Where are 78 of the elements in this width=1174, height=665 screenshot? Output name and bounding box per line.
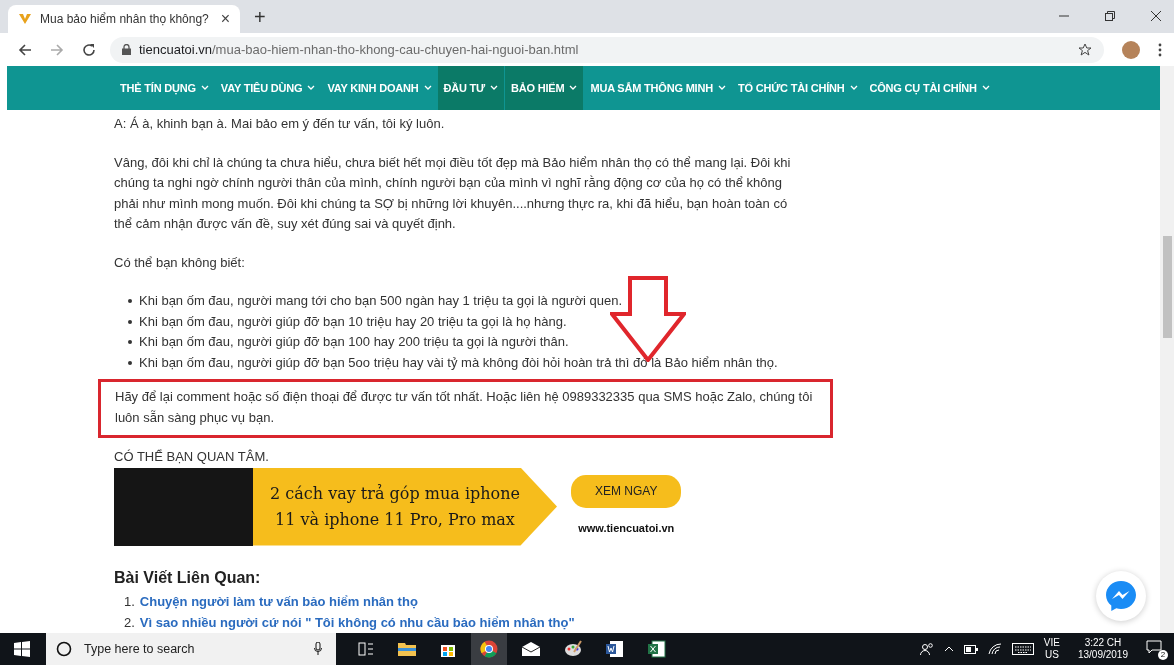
folder-icon[interactable] bbox=[398, 642, 416, 656]
avatar-icon[interactable] bbox=[1122, 40, 1140, 59]
nav-item[interactable]: THẺ TÍN DỤNG bbox=[114, 66, 215, 110]
chat-icon bbox=[1104, 579, 1138, 613]
star-icon[interactable] bbox=[1078, 42, 1092, 57]
paragraph: Vâng, đôi khi chỉ là chúng ta chưa hiểu, chưa biết hết mọi điều tốt đẹp mà Bảo hiểm nhân thọ có thể mang lại. Đôi khi chúng ta nghi ngờ chính người thân của mình, chính người bạn của mình vì nghĩ rằng động cơ của họ có thể không phải như mình mong muốn. Đôi khi chúng ta SỢ bị những lời khuyên....nhưng thực ra, khi đã hiểu, bạn hoàn toàn có thể cảm nhận được vấn đề, suy xét đúng sai và quyết định. bbox=[114, 153, 792, 233]
address-field[interactable]: tiencuatoi.vn/mua-bao-hiem-nhan-tho-khong-cau-chuyen-hai-nguoi-ban.html bbox=[110, 36, 1104, 63]
mail-icon[interactable] bbox=[522, 642, 540, 656]
list-number: 1. bbox=[124, 593, 135, 611]
paint-palette-icon[interactable] bbox=[564, 640, 582, 658]
logo-icon bbox=[18, 12, 32, 26]
wifi-icon[interactable] bbox=[987, 643, 1002, 655]
restore-icon[interactable] bbox=[1104, 10, 1116, 22]
nav-item[interactable]: BẢO HIỂM bbox=[505, 66, 585, 110]
people-icon[interactable] bbox=[919, 642, 934, 656]
browser-tab[interactable]: Mua bảo hiểm nhân thọ không? × bbox=[8, 5, 240, 33]
nav-item[interactable]: VAY TIÊU DÙNG bbox=[214, 66, 322, 110]
browser-icon[interactable] bbox=[480, 640, 498, 658]
paragraph: Có thể bạn không biết: bbox=[114, 253, 246, 272]
clock-date[interactable]: 13/09/2019 bbox=[1077, 649, 1128, 661]
bullet-icon bbox=[128, 340, 132, 345]
windows-logo-icon[interactable] bbox=[14, 641, 30, 657]
region-label[interactable]: US bbox=[1044, 649, 1059, 661]
banner-headline[interactable]: 2 cách vay trả góp mua iphone 11 và iphone 11 Pro, Pro max bbox=[253, 467, 557, 546]
tab-title: Mua bảo hiểm nhân thọ không? bbox=[40, 12, 210, 26]
spreadsheet-icon[interactable] bbox=[648, 640, 666, 658]
chevron-up-icon[interactable] bbox=[943, 646, 954, 652]
task-view-icon[interactable] bbox=[358, 642, 374, 656]
nav-item[interactable]: ĐẦU TƯ bbox=[437, 66, 506, 110]
paragraph: A: Á à, khinh bạn à. Mai bảo em ý đến tư vấn, tôi ký luôn. bbox=[114, 115, 446, 133]
section-heading: Bài Viết Liên Quan: bbox=[114, 567, 262, 588]
list-item: Khi bạn ốm đau, người giúp đỡ bạn 100 hay 200 triệu ta gọi là người thân. bbox=[139, 333, 569, 351]
list-item: Khi bạn ốm đau, người giúp đỡ bạn 5oo triệu hay vài tỷ mà không đòi hỏi hoàn trả thì đó là Bảo hiểm nhân thọ. bbox=[139, 353, 778, 372]
keyboard-icon[interactable] bbox=[1011, 643, 1034, 655]
article-link[interactable]: Chuyện người làm tư vấn bảo hiểm nhân thọ bbox=[139, 592, 418, 613]
bullet-icon bbox=[128, 299, 132, 304]
notification-count: 2 bbox=[1158, 650, 1168, 660]
lock-icon bbox=[122, 44, 131, 55]
close-icon[interactable] bbox=[1150, 10, 1162, 22]
nav-item[interactable]: TỔ CHỨC TÀI CHÍNH bbox=[731, 66, 864, 110]
search-icon bbox=[56, 641, 72, 657]
nav-item[interactable]: CÔNG CỤ TÀI CHÍNH bbox=[863, 66, 996, 110]
reload-icon[interactable] bbox=[82, 42, 96, 57]
url-path: /mua-bao-hiem-nhan-tho-khong-cau-chuyen-hai-nguoi-ban.html bbox=[212, 42, 579, 57]
language-label[interactable]: VIE bbox=[1043, 637, 1060, 649]
list-item: Khi bạn ốm đau, người giúp đỡ bạn 10 triệu hay 20 triệu ta gọi là họ hàng. bbox=[139, 312, 567, 331]
list-item: Khi bạn ốm đau, người mang tới cho bạn 500 ngàn hay 1 triệu ta gọi là người quen. bbox=[139, 292, 623, 310]
bullet-icon bbox=[128, 360, 132, 365]
chevron-down-icon bbox=[569, 85, 578, 91]
search-bar[interactable]: Type here to search bbox=[46, 633, 336, 665]
section-label: CÓ THỂ BẠN QUAN TÂM. bbox=[114, 448, 270, 466]
menu-icon[interactable] bbox=[1158, 42, 1162, 57]
chevron-down-icon bbox=[849, 85, 858, 91]
chevron-down-icon bbox=[490, 85, 499, 91]
chevron-down-icon bbox=[200, 85, 209, 91]
article-link[interactable]: Vì sao nhiều người cứ nói " Tôi không có nhu cầu bảo hiểm nhân thọ" bbox=[139, 612, 575, 633]
word-document-icon[interactable] bbox=[606, 640, 624, 658]
nav-item[interactable]: VAY KINH DOANH bbox=[321, 66, 438, 110]
site-address: www.tiencuatoi.vn bbox=[578, 520, 675, 536]
clock-time[interactable]: 3:22 CH bbox=[1084, 637, 1122, 649]
back-icon[interactable] bbox=[18, 42, 32, 57]
chevron-down-icon bbox=[307, 85, 316, 91]
chevron-down-icon bbox=[981, 85, 990, 91]
battery-icon[interactable] bbox=[963, 644, 978, 654]
new-tab-button[interactable]: + bbox=[254, 6, 266, 29]
url-domain: tiencuatoi.vn bbox=[139, 42, 212, 57]
chevron-down-icon bbox=[423, 85, 432, 91]
paragraph: Hãy để lại comment hoặc số điện thoại để được tư vấn tốt nhất. Hoặc liên hệ 0989332335 qua SMS hoặc Zalo, chúng tôi luôn sẵn sàng phục vụ bạn. bbox=[115, 388, 814, 427]
nav-item[interactable]: MUA SẮM THÔNG MINH bbox=[584, 66, 732, 110]
chevron-down-icon bbox=[717, 85, 726, 91]
scrollbar-thumb[interactable] bbox=[1163, 236, 1172, 338]
close-tab-button[interactable]: × bbox=[220, 10, 230, 28]
bullet-icon bbox=[128, 319, 132, 324]
search-field[interactable]: Type here to search bbox=[82, 641, 304, 657]
microphone-icon bbox=[314, 642, 322, 656]
list-number: 2. bbox=[124, 613, 135, 632]
messenger-button[interactable] bbox=[1096, 571, 1146, 621]
view-now-button[interactable]: XEM NGAY bbox=[571, 475, 682, 508]
